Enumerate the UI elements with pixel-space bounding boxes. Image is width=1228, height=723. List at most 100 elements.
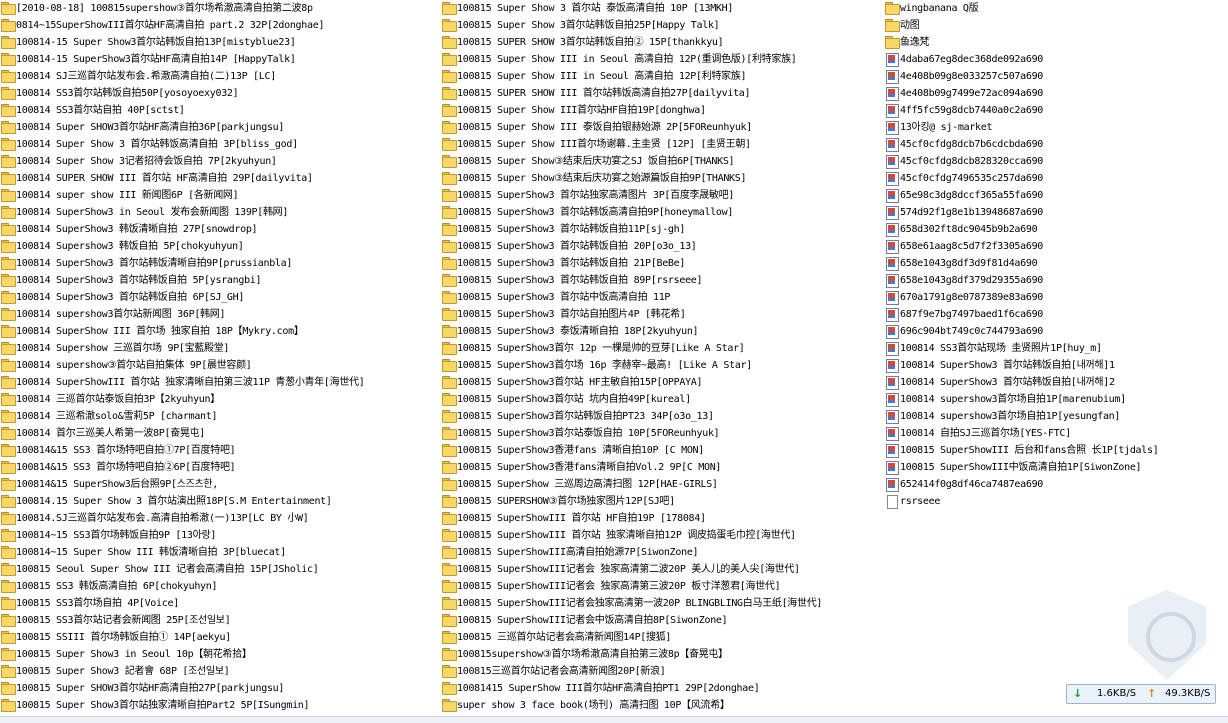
folder-item[interactable]: 100814 Super SHOW3首尔站HF高清自拍36P[parkjungs… [0,119,440,136]
folder-item[interactable]: 100815 Super Show III 泰饭自拍银赫始源 2P[5FOReu… [441,119,883,136]
folder-item[interactable]: 100815 Super Show III in Seoul 高清自拍 12P(… [441,51,883,68]
folder-item[interactable]: 100814 Supershow 三巡首尔场 9P[宝藍殿堂] [0,340,440,357]
image-file-item[interactable]: 658e61aag8c5d7f2f3305a690 [884,238,1184,255]
folder-item[interactable]: 动图 [884,17,1184,34]
folder-item[interactable]: 100815 Super Show III首尔场谢幕.主圭贤 [12P] [圭贤… [441,136,883,153]
folder-item[interactable]: 100815 SSIII 首尔场韩饭自拍① 14P[aekyu] [0,629,440,646]
folder-item[interactable]: 100815 SuperShow3首尔站韩饭自拍PT23 34P[o3o_13] [441,408,883,425]
image-file-item[interactable]: 670a1791g8e0787389e83a690 [884,289,1184,306]
folder-item[interactable]: 100815 SUPERSHOW③首尔场独家图片12P[SJ吧] [441,493,883,510]
folder-item[interactable]: 100815 Super Show3 in Seoul 10p【朝花希拾】 [0,646,440,663]
folder-item[interactable]: 100815 SuperShow3 首尔站中饭高清自拍 11P [441,289,883,306]
folder-item[interactable]: 100815 SUPER SHOW 3首尔站韩饭自拍② 15P[thankkyu… [441,34,883,51]
folder-item[interactable]: 100815 Super Show 3 首尔站 泰饭高清自拍 10P [13MK… [441,0,883,17]
folder-item[interactable]: 100814.15 Super Show 3 首尔站演出照18P[S.M Ent… [0,493,440,510]
folder-item[interactable]: 100814 SuperShowIII 首尔站 独家清晰自拍第三波11P 青葱小… [0,374,440,391]
folder-item[interactable]: 100815 Super Show III首尔站HF自拍19P[donghwa] [441,102,883,119]
folder-item[interactable]: 100815 Super Show3 記者會 68P [조선일보] [0,663,440,680]
folder-item[interactable]: 10081415 SuperShow III首尔站HF高清自拍PT1 29P[2… [441,680,883,697]
image-file-item[interactable]: 100814 SS3首尔站现场 圭贤照片1P[huy_m] [884,340,1184,357]
folder-item[interactable]: 100814 SuperShow III 首尔场 独家自拍 18P【Mykry.… [0,323,440,340]
folder-item[interactable]: 100815 SuperShowIII 首尔站 HF自拍19P [178084] [441,510,883,527]
folder-item[interactable]: super show 3 face book(场刊) 高清扫图 10P【风流希】 [441,697,883,714]
image-file-item[interactable]: 4daba67eg8dec368de092a690 [884,51,1184,68]
folder-item[interactable]: 100815 SuperShow3首尔站 坑内自拍49P[kureal] [441,391,883,408]
folder-item[interactable]: 100815 SuperShow3香港fans清晰自拍Vol.2 9P[C MO… [441,459,883,476]
folder-item[interactable]: 100815 三巡首尔站记者会高清新闻图14P[搜狐] [441,629,883,646]
file-item[interactable]: rsrseee [884,493,1184,510]
folder-item[interactable]: 100815 SS3首尔场自拍 4P[Voice] [0,595,440,612]
folder-item[interactable]: 100815 SS3首尔站记者会新闻图 25P[조선일보] [0,612,440,629]
folder-item[interactable]: 100814 三巡希澈solo&雪莉5P [charmant] [0,408,440,425]
folder-item[interactable]: 100815 Super Show③结束后庆功宴之始源篇饭自拍9P[THANKS… [441,170,883,187]
folder-item[interactable]: 100815 SuperShow3 首尔站韩饭高清自拍9P[honeymallo… [441,204,883,221]
folder-item[interactable]: 100814 SS3首尔站韩饭自拍50P[yosoyoexy032] [0,85,440,102]
folder-item[interactable]: 100814 SUPER SHOW III 首尔站 HF高清自拍 29P[dai… [0,170,440,187]
folder-item[interactable]: 100815 SUPER SHOW III 首尔站韩饭高清自拍27P[daily… [441,85,883,102]
folder-item[interactable]: 100814 SuperShow3 首尔站韩饭自拍 5P[ysrangbi] [0,272,440,289]
folder-item[interactable]: 100815 SuperShow3 首尔站韩饭自拍11P[sj-gh] [441,221,883,238]
folder-item[interactable]: 100814 三巡首尔站泰饭自拍3P【2kyuhyun】 [0,391,440,408]
folder-item[interactable]: 100815 Super Show 3首尔站韩饭自拍25P[Happy Talk… [441,17,883,34]
image-file-item[interactable]: 652414f0g8df46ca7487ea690 [884,476,1184,493]
folder-item[interactable]: 100815 Super SHOW3首尔站HF高清自拍27P[parkjungs… [0,680,440,697]
folder-item[interactable]: 100814 首尔三巡美人希第一波8P[奋晃屯] [0,425,440,442]
image-file-item[interactable]: 100814 SuperShow3 首尔站韩饭自拍[내꺼해]2 [884,374,1184,391]
image-file-item[interactable]: 100814 SuperShow3 首尔站韩饭自拍[내꺼해]1 [884,357,1184,374]
folder-item[interactable]: 100815 SuperShowIII记者会 独家高清第二波20P 美人儿的美人… [441,561,883,578]
folder-item[interactable]: 100814 SuperShow3 首尔站韩饭自拍 6P[SJ_GH] [0,289,440,306]
folder-item[interactable]: 100814 SuperShow3 in Seoul 发布会新闻图 139P[韩… [0,204,440,221]
folder-item[interactable]: 100815 SuperShow3 首尔站独家高清图片 3P[百度李晟敏吧] [441,187,883,204]
folder-item[interactable]: 100815 SuperShow 三巡周边高清扫图 12P[HAE-GIRLS] [441,476,883,493]
folder-item[interactable]: 100814~15 Super Show III 韩饭清晰自拍 3P[bluec… [0,544,440,561]
network-speed-widget[interactable]: ↓ 1.6KB/S ↑ 49.3KB/S [1066,684,1216,704]
folder-item[interactable]: 100815 SS3 韩饭高清自拍 6P[chokyuhyn] [0,578,440,595]
folder-item[interactable]: 鱼逸梵 [884,34,1184,51]
folder-item[interactable]: 100815 SuperShow3 泰饭清晰自拍 18P[2kyuhyun] [441,323,883,340]
folder-item[interactable]: 100815 SuperShow3首尔站 HF主敏自拍15P[OPPAYA] [441,374,883,391]
folder-item[interactable]: 100815 SuperShow3首尔 12p 一棵是帅的豆芽[Like A S… [441,340,883,357]
folder-item[interactable]: 100815 Seoul Super Show III 记者会高清自拍 15P[… [0,561,440,578]
image-file-item[interactable]: 100814 supershow3首尔场自拍1P[marenubium] [884,391,1184,408]
image-file-item[interactable]: 687f9e7bg7497baed1f6ca690 [884,306,1184,323]
folder-item[interactable]: 100815三巡首尔站记者会高清新闻图20P[新浪] [441,663,883,680]
folder-item[interactable]: 100815 SuperShowIII记者会独家高清第一波20P BLINGBL… [441,595,883,612]
folder-item[interactable]: 100815 Super Show III in Seoul 高清自拍 12P[… [441,68,883,85]
folder-item[interactable]: 100814 supershow3首尔站新闻图 36P[韩网] [0,306,440,323]
folder-item[interactable]: 100815supershow③首尔场希澈高清自拍第三波8p【奋晃屯】 [441,646,883,663]
folder-item[interactable]: 100815 SuperShow3首尔站泰饭自拍 10P[5FOReunhyuk… [441,425,883,442]
image-file-item[interactable]: 100815 SuperShowIII中饭高清自拍1P[SiwonZone] [884,459,1184,476]
folder-item[interactable]: 100814 supershow③首尔站自拍集体 9P[晨世容颜] [0,357,440,374]
image-file-item[interactable]: 65e98c3dg8dccf365a55fa690 [884,187,1184,204]
image-file-item[interactable]: 658d302ft8dc9045b9b2a690 [884,221,1184,238]
image-file-item[interactable]: 45cf0cfdg8dcb828320cca690 [884,153,1184,170]
folder-item[interactable]: 100815 SuperShow3 首尔站韩饭自拍 89P[rsrseee] [441,272,883,289]
folder-item[interactable]: 100815 SuperShowIII 首尔站 独家清晰自拍12P 调皮捣蛋毛巾… [441,527,883,544]
image-file-item[interactable]: 696c904bt749c0c744793a690 [884,323,1184,340]
folder-item[interactable]: 100814&15 SuperShow3后台照9P[스즈츠한, [0,476,440,493]
image-file-item[interactable]: 4e408b09g7499e72ac094a690 [884,85,1184,102]
folder-item[interactable]: 100815 SuperShow3 首尔站韩饭自拍 21P[BeBe] [441,255,883,272]
folder-item[interactable]: 100814 SuperShow3 首尔站韩饭清晰自拍9P[prussianbl… [0,255,440,272]
folder-item[interactable]: 0814~15SuperShowIII首尔站HF高清自拍 part.2 32P[… [0,17,440,34]
image-file-item[interactable]: 4e408b09g8e033257c507a690 [884,68,1184,85]
folder-item[interactable]: 100814-15 Super Show3首尔站韩饭自拍13P[mistyblu… [0,34,440,51]
folder-item[interactable]: 100814 SJ三巡首尔站发布会.希澈高清自拍(二)13P [LC] [0,68,440,85]
folder-item[interactable]: 100814~15 SS3首尔场韩饭自拍9P [13아랑] [0,527,440,544]
folder-item[interactable]: 100815 Super Show3首尔站独家清晰自拍Part2 5P[ISun… [0,697,440,714]
folder-item[interactable]: 100814 Super Show 3记者招待会饭自拍 7P[2kyuhyun] [0,153,440,170]
folder-item[interactable]: 100814 SuperShow3 韩饭清晰自拍 27P[snowdrop] [0,221,440,238]
image-file-item[interactable]: 574d92f1g8e1b13948687a690 [884,204,1184,221]
image-file-item[interactable]: 45cf0cfdg7496535c257da690 [884,170,1184,187]
image-file-item[interactable]: 658e1043g8df3d9f81d4a690 [884,255,1184,272]
folder-item[interactable]: 100814.SJ三巡首尔站发布会.高清自拍希澈(一)13P[LC BY 小W] [0,510,440,527]
folder-item[interactable]: 100815 Super Show③结束后庆功宴之SJ 饭自拍6P[THANKS… [441,153,883,170]
folder-item[interactable]: [2010-08-18] 100815supershow③首尔场希澈高清自拍第二… [0,0,440,17]
folder-item[interactable]: 100815 SuperShowIII记者会 独家高清第三波20P 板寸洋葱君[… [441,578,883,595]
folder-item[interactable]: 100814 Supershow3 韩饭自拍 5P[chokyuhyun] [0,238,440,255]
folder-item[interactable]: 100814 super show III 新闻图6P [各新闻网] [0,187,440,204]
folder-item[interactable]: 100815 SuperShow3首尔场 16p 李赫宰~最高! [Like A… [441,357,883,374]
image-file-item[interactable]: 100814 自拍SJ三巡首尔场[YES-FTC] [884,425,1184,442]
image-file-item[interactable]: 100814 supershow3首尔场自拍1P[yesungfan] [884,408,1184,425]
image-file-item[interactable]: 658e1043g8df379d29355a690 [884,272,1184,289]
